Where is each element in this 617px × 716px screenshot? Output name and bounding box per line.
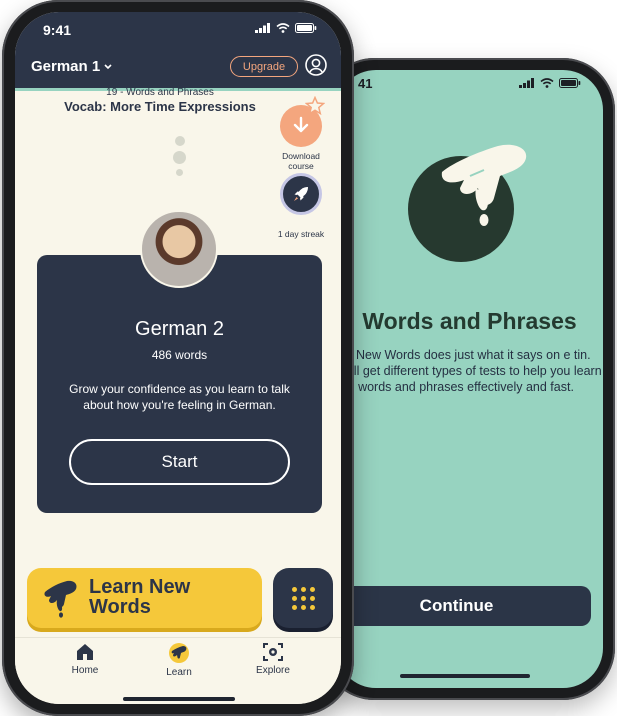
- course-card: German 2 486 words Grow your confidence …: [37, 255, 322, 513]
- signal-icon: [255, 23, 270, 33]
- download-icon: [293, 116, 309, 133]
- grid-dot: [300, 604, 306, 610]
- course-word-count: 486 words: [151, 348, 208, 362]
- battery-icon: [559, 78, 581, 88]
- wifi-icon: [540, 78, 554, 88]
- home-indicator: [123, 697, 235, 701]
- streak-label: 1 day streak: [277, 229, 325, 239]
- upgrade-button[interactable]: Upgrade: [230, 56, 298, 77]
- course-card-title: German 2: [135, 318, 224, 340]
- explore-icon: [263, 643, 283, 661]
- grid-dot: [300, 586, 306, 592]
- course-selector[interactable]: German 1: [31, 58, 113, 75]
- nav-home[interactable]: Home: [50, 642, 120, 676]
- welcome-title: Words and Phrases: [362, 308, 577, 334]
- back-phone: 41 Words and Phrases rn New Words does j…: [322, 58, 615, 700]
- path-dot: [173, 151, 186, 164]
- grid-dot: [291, 595, 297, 601]
- grid-dot: [309, 586, 315, 592]
- welcome-screen: 41 Words and Phrases rn New Words does j…: [336, 70, 603, 688]
- battery-icon: [295, 23, 317, 33]
- grid-dot: [291, 604, 297, 610]
- chevron-down-icon: [104, 63, 112, 69]
- continue-button[interactable]: Continue: [336, 586, 591, 626]
- home-indicator: [400, 674, 530, 678]
- front-phone: 9:41 German 1 Upgrade 19 - Words and Phr…: [2, 0, 354, 716]
- grid-dot: [300, 595, 306, 601]
- learn-new-words-label: Learn New Words: [89, 576, 191, 618]
- course-card-description: Grow your confidence as you learn to tal…: [69, 382, 290, 412]
- streak-badge[interactable]: [280, 173, 322, 215]
- grid-dot: [291, 586, 297, 592]
- welcome-description: rn New Words does just what it says on e…: [336, 348, 602, 394]
- star-icon: [305, 96, 325, 116]
- grid-dot: [309, 595, 315, 601]
- status-icons: [255, 23, 317, 33]
- nav-learn-label: Learn: [166, 667, 192, 678]
- download-course-label: Download course: [282, 151, 320, 171]
- wifi-icon: [276, 23, 290, 33]
- learn-nav-icon: [169, 643, 189, 663]
- course-selector-label: German 1: [31, 58, 101, 75]
- nav-learn[interactable]: Learn: [144, 642, 214, 678]
- lesson-subtitle: 19 - Words and Phrases: [106, 87, 214, 98]
- rocket-icon: [294, 187, 308, 201]
- avatar: [140, 210, 218, 288]
- learn-screen: 9:41 German 1 Upgrade 19 - Words and Phr…: [15, 12, 341, 704]
- home-icon: [77, 644, 93, 660]
- status-time: 9:41: [43, 22, 72, 38]
- hand-pinch-icon: [441, 144, 527, 226]
- learn-new-words-button[interactable]: Learn New Words: [27, 568, 262, 628]
- nav-explore[interactable]: Explore: [238, 642, 308, 676]
- bottom-nav: Home Learn Explore: [15, 637, 341, 704]
- hand-pinch-icon: [44, 580, 77, 618]
- path-dot: [176, 169, 183, 176]
- nav-explore-label: Explore: [256, 665, 290, 676]
- grid-dot: [309, 604, 315, 610]
- start-button[interactable]: Start: [69, 439, 290, 485]
- signal-icon: [519, 78, 534, 88]
- path-dot: [175, 136, 185, 146]
- profile-icon[interactable]: [305, 54, 327, 76]
- modes-grid-button[interactable]: [273, 568, 333, 628]
- status-icons: [519, 78, 581, 88]
- status-time: 41: [358, 76, 373, 91]
- nav-home-label: Home: [71, 665, 99, 676]
